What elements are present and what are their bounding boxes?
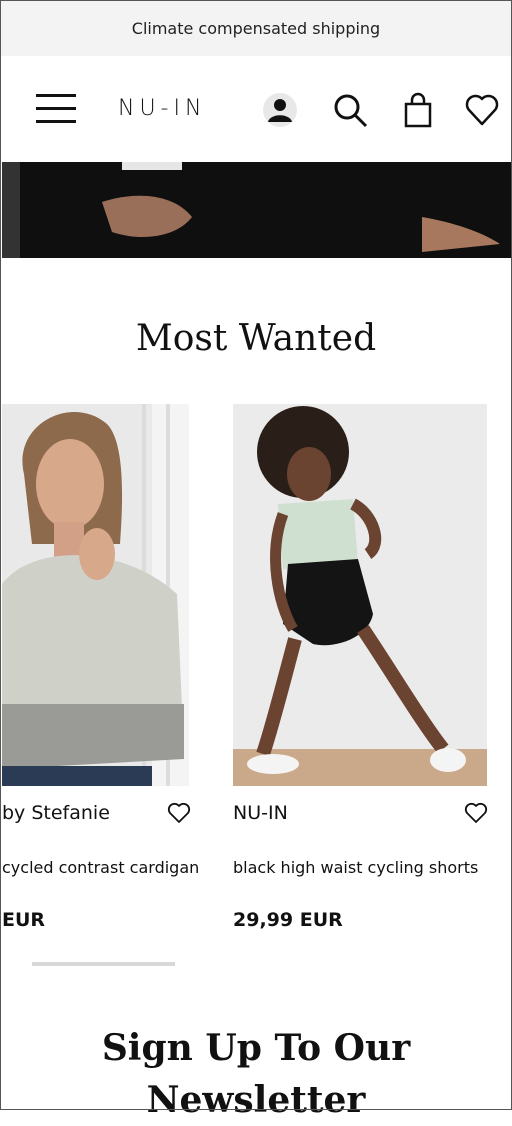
brand-logo[interactable]: NU-IN (118, 96, 206, 121)
search-icon[interactable] (332, 92, 368, 128)
section-title: Most Wanted (135, 318, 377, 359)
account-icon[interactable] (262, 92, 298, 128)
product-brand[interactable]: NU-IN (233, 802, 288, 824)
wishlist-heart-icon[interactable] (167, 802, 191, 824)
product-image[interactable] (233, 404, 487, 786)
wishlist-heart-icon[interactable] (464, 802, 488, 824)
promo-text: Climate compensated shipping (131, 18, 381, 38)
product-price: 29,99 EUR (233, 909, 343, 931)
product-image[interactable] (2, 404, 189, 786)
promo-banner: Climate compensated shipping (0, 0, 512, 56)
product-name[interactable]: cycled contrast cardigan (2, 858, 199, 877)
menu-icon[interactable] (36, 94, 76, 124)
heart-icon[interactable] (464, 92, 500, 128)
bag-icon[interactable] (400, 92, 436, 128)
product-price: EUR (2, 909, 46, 931)
newsletter-title: Sign Up To Our Newsletter (101, 1027, 411, 1121)
hero-image[interactable] (2, 162, 512, 258)
site-header: NU-IN (0, 56, 512, 162)
carousel-scrollbar[interactable] (32, 962, 175, 966)
product-name[interactable]: black high waist cycling shorts (233, 858, 478, 877)
product-brand[interactable]: by Stefanie (2, 802, 110, 824)
